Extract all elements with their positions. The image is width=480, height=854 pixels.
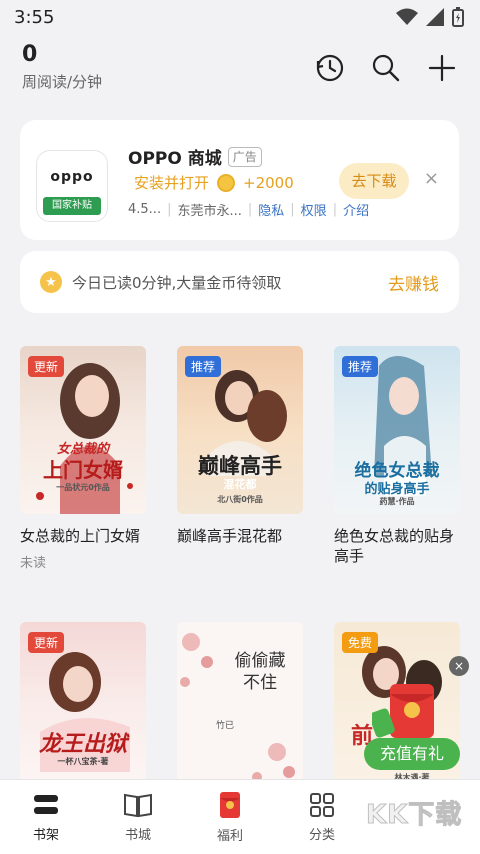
nav-label: 分类 — [308, 827, 335, 843]
ad-tag: 广告 — [227, 146, 262, 167]
ad-download-button[interactable]: 去下载 — [339, 163, 409, 199]
book-cover[interactable]: 龙王出狱 一杯八宝茶·著 更新 — [20, 622, 146, 790]
cover-subtitle: 混花都 — [223, 478, 257, 491]
wifi-icon — [396, 8, 418, 25]
ad-company: 东莞市永... — [177, 204, 242, 219]
book-cover[interactable]: 巅峰高手 混花都 北八街0作品 推荐 — [177, 346, 303, 514]
book-cover[interactable]: 绝色女总裁 的贴身高手 药慧·作品 推荐 — [334, 346, 460, 514]
watermark: KK下载 — [365, 800, 463, 831]
ad-rating: 4.5... — [128, 202, 162, 217]
reward-text: 今日已读0分钟,大量金币待领取 — [72, 273, 282, 292]
weekly-read-unit: 周阅读/分钟 — [22, 73, 103, 91]
cover-author: 一杯八宝茶·著 — [57, 757, 109, 766]
signal-icon — [426, 8, 444, 26]
grid-icon — [310, 792, 334, 817]
cover-author: 北八街0作品 — [217, 495, 263, 504]
plus-icon — [428, 54, 456, 82]
search-icon — [372, 54, 400, 82]
ad-reward: +2000 — [243, 173, 294, 192]
book-item[interactable]: 偷偷藏不住 竹已 — [177, 622, 303, 790]
cover-title: 偷偷藏不住 — [234, 651, 286, 693]
cover-title: 龙王出狱 — [38, 732, 127, 757]
weekly-read-stat[interactable]: 0 周阅读/分钟 — [22, 42, 102, 92]
status-icons — [396, 7, 464, 27]
history-button[interactable] — [314, 52, 346, 84]
book-item[interactable]: 巅峰高手 混花都 北八街0作品 推荐 巅峰高手混花都 — [177, 346, 303, 546]
ad-link-intro[interactable]: 介绍 — [343, 200, 369, 219]
promo-close-icon[interactable]: × — [449, 656, 469, 676]
ad-link-privacy[interactable]: 隐私 — [258, 200, 284, 219]
add-button[interactable] — [426, 52, 458, 84]
logo-band: 国家补贴 — [43, 197, 101, 215]
ad-title: OPPO 商城 — [128, 149, 222, 169]
update-badge: 更新 — [28, 356, 65, 377]
battery-icon — [452, 7, 464, 27]
header-actions — [314, 52, 458, 84]
ad-meta: 4.5... | 东莞市永... | 隐私 | 权限 | 介绍 — [128, 200, 370, 219]
header: 0 周阅读/分钟 — [0, 34, 480, 106]
history-icon — [316, 54, 344, 82]
nav-item-category[interactable]: 分类 — [276, 780, 368, 854]
recommend-badge: 推荐 — [185, 356, 222, 377]
search-button[interactable] — [370, 52, 402, 84]
book-status: 未读 — [20, 556, 47, 571]
ad-link-permissions[interactable]: 权限 — [301, 200, 327, 219]
book-item[interactable]: 绝色女总裁 的贴身高手 药慧·作品 推荐 绝色女总裁的贴身高手 — [334, 346, 460, 566]
red-packet-icon — [220, 791, 240, 818]
book-item[interactable]: 龙王出狱 一杯八宝茶·著 更新 — [20, 622, 146, 790]
open-book-icon — [124, 793, 152, 817]
recommend-badge: 推荐 — [342, 356, 379, 377]
ad-title-row: OPPO 商城 广告 — [128, 144, 262, 169]
cover-author: 一品状元0作品 — [56, 483, 110, 492]
nav-item-bookstore[interactable]: 书城 — [92, 780, 184, 854]
coin-icon — [217, 173, 236, 192]
cover-art — [180, 633, 295, 782]
nav-label: 书架 — [32, 827, 59, 843]
cover-author: 竹已 — [215, 721, 234, 731]
book-title: 女总裁的上门女婿 — [20, 527, 141, 545]
book-cover[interactable]: 女总裁的 上门女婿 一品状元0作品 更新 — [20, 346, 146, 514]
book-cover[interactable]: 偷偷藏不住 竹已 — [177, 622, 303, 790]
ad-subtitle-row: 安装并打开 +2000 — [134, 172, 294, 193]
nav-item-bookshelf[interactable]: 书架 — [0, 780, 92, 854]
reward-cta-button[interactable]: 去赚钱 — [388, 270, 439, 295]
status-time: 3:55 — [14, 6, 55, 28]
update-badge: 更新 — [28, 632, 65, 653]
bookshelf-icon — [34, 794, 58, 814]
ad-card[interactable]: oppo 国家补贴 OPPO 商城 广告 安装并打开 +2000 4.5... … — [20, 120, 459, 240]
free-badge: 免费 — [342, 632, 379, 653]
reward-bar[interactable]: ★ 今日已读0分钟,大量金币待领取 去赚钱 — [20, 251, 459, 313]
logo-word: oppo — [50, 169, 94, 185]
cover-author: 药慧·作品 — [379, 497, 415, 506]
cover-title: 上门女婿 — [43, 458, 123, 482]
nav-label: 福利 — [216, 828, 243, 844]
ad-subtitle: 安装并打开 — [134, 174, 210, 192]
nav-item-welfare[interactable]: 福利 — [184, 780, 276, 854]
status-bar: 3:55 — [0, 0, 480, 34]
nav-label: 书城 — [124, 827, 151, 843]
weekly-read-count: 0 — [22, 42, 38, 67]
recharge-gift-button[interactable]: 充值有礼 — [364, 738, 460, 770]
ad-close-icon[interactable]: × — [424, 168, 439, 189]
star-icon: ★ — [40, 271, 62, 293]
book-item[interactable]: 女总裁的 上门女婿 一品状元0作品 更新 女总裁的上门女婿 未读 — [20, 346, 146, 571]
book-title: 绝色女总裁的贴身高手 — [334, 527, 455, 565]
oppo-store-logo: oppo 国家补贴 — [36, 150, 108, 222]
cover-subtitle: 的贴身高手 — [364, 482, 430, 497]
book-title: 巅峰高手混花都 — [177, 527, 283, 545]
